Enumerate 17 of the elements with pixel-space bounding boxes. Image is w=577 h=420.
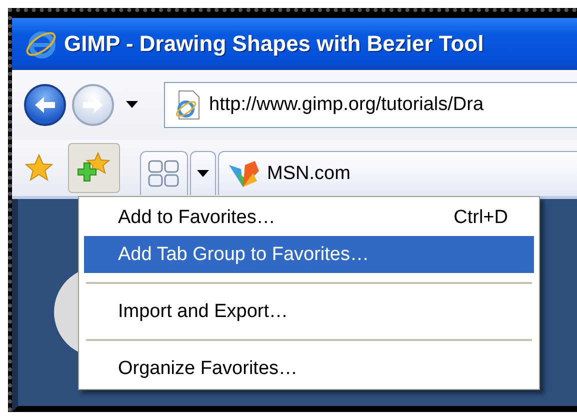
butterfly-icon [227, 158, 261, 188]
menu-item[interactable]: Organize Favorites… [84, 350, 534, 387]
page-icon [173, 90, 201, 120]
address-field[interactable]: http://www.gimp.org/tutorials/Dra [164, 82, 577, 128]
add-favorites-button[interactable] [68, 143, 120, 193]
tab-list-button[interactable] [190, 151, 216, 195]
forward-button[interactable] [72, 84, 114, 126]
menu-item[interactable]: Add to Favorites… Ctrl+D [84, 199, 534, 236]
caret-icon [197, 170, 209, 178]
menu-item[interactable]: Add Tab Group to Favorites… [84, 236, 534, 273]
menu-item[interactable]: Import and Export… [84, 293, 534, 330]
star-icon[interactable] [24, 153, 54, 183]
back-button[interactable] [24, 84, 66, 126]
browser-tab[interactable]: MSN.com [218, 151, 577, 195]
window-title: GIMP - Drawing Shapes with Bezier Tool [64, 31, 484, 57]
caret-icon[interactable] [126, 101, 138, 109]
shortcut-label: Ctrl+D [454, 206, 508, 228]
